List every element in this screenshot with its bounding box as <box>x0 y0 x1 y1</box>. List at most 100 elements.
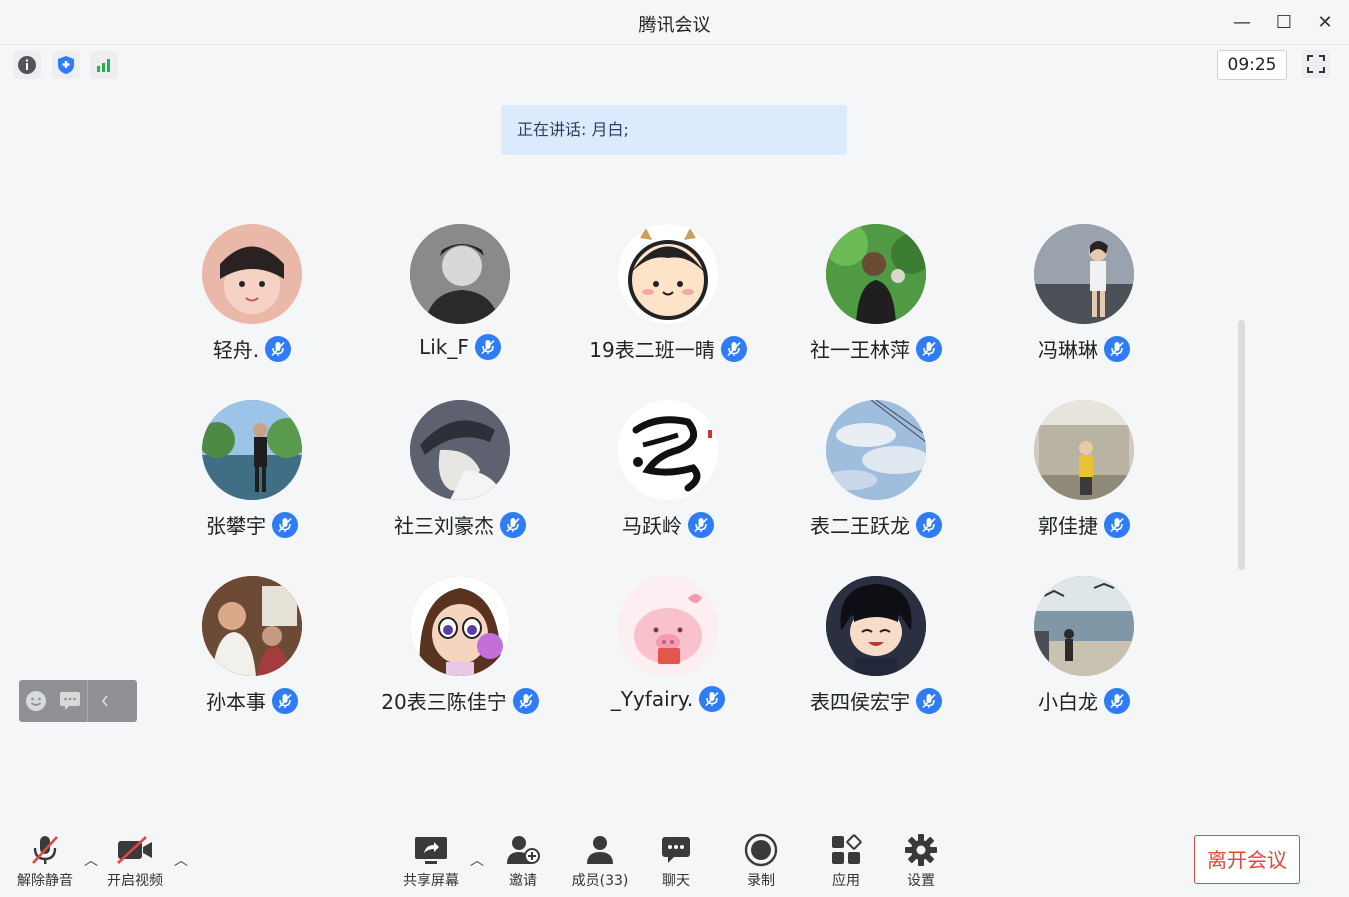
participant-tile[interactable]: Lik_F <box>360 224 560 384</box>
avatar <box>618 400 718 500</box>
share-options-button[interactable]: ︿ <box>470 850 484 870</box>
members-button[interactable]: 成员(33) <box>565 832 635 890</box>
record-label: 录制 <box>747 873 775 889</box>
members-label: 成员(33) <box>571 873 629 889</box>
fullscreen-icon <box>1307 55 1325 73</box>
chat-label: 聊天 <box>662 873 690 889</box>
participant-name: 轻舟. <box>212 338 260 362</box>
security-button[interactable] <box>52 51 80 79</box>
record-icon <box>744 833 778 867</box>
participant-tile[interactable]: 马跃岭 <box>568 400 768 560</box>
mic-muted-icon <box>1104 335 1130 362</box>
collapse-button[interactable] <box>87 680 122 722</box>
mic-muted-icon <box>474 334 501 360</box>
bottom-control-bar: 解除静音 ︿ 开启视频 ︿ 共享屏幕 ︿ 邀请 成员(33) 聊天 录制 应用 … <box>0 820 1349 897</box>
add-user-icon <box>507 836 540 864</box>
invite-button[interactable]: 邀请 <box>497 832 549 890</box>
unmute-label: 解除静音 <box>17 873 73 889</box>
title-bar: 腾讯会议 — ☐ ✕ <box>0 0 1349 45</box>
meeting-toolbar: 09:25 <box>0 45 1349 85</box>
audio-options-button[interactable]: ︿ <box>84 850 98 870</box>
mic-muted-icon <box>1104 511 1130 538</box>
emoji-button[interactable] <box>19 680 53 722</box>
record-button[interactable]: 录制 <box>735 832 787 890</box>
participant-tile[interactable]: 郭佳捷 <box>984 400 1184 560</box>
participant-name-row: 郭佳捷 <box>984 510 1184 539</box>
participant-name: 郭佳捷 <box>1038 514 1098 538</box>
video-options-button[interactable]: ︿ <box>174 850 188 870</box>
apps-button[interactable]: 应用 <box>820 832 872 890</box>
mic-muted-icon <box>272 687 298 714</box>
participant-tile[interactable]: 孙本事 <box>152 576 352 736</box>
floating-reaction-bar <box>19 680 137 722</box>
leave-meeting-button[interactable]: 离开会议 <box>1194 835 1300 884</box>
participant-name-row: 表二王跃龙 <box>776 510 976 539</box>
participant-name-row: 冯琳琳 <box>984 334 1184 363</box>
avatar <box>1034 224 1134 324</box>
participant-tile[interactable]: 表四侯宏宇 <box>776 576 976 736</box>
participant-tile[interactable]: 轻舟. <box>152 224 352 384</box>
participant-tile[interactable]: 张攀宇 <box>152 400 352 560</box>
mic-muted-icon <box>916 687 942 714</box>
participant-name: Lik_F <box>419 335 469 359</box>
avatar <box>1034 576 1134 676</box>
mic-muted-icon <box>916 335 942 362</box>
user-icon <box>587 836 613 864</box>
participant-name-row: 张攀宇 <box>152 510 352 539</box>
close-button[interactable]: ✕ <box>1311 8 1339 36</box>
avatar <box>410 224 510 324</box>
start-video-label: 开启视频 <box>107 873 163 889</box>
participant-name-row: 轻舟. <box>152 334 352 363</box>
camera-off-icon <box>117 836 152 864</box>
avatar <box>410 576 510 676</box>
network-button[interactable] <box>90 51 118 79</box>
info-button[interactable] <box>13 51 41 79</box>
mic-muted-icon <box>265 335 292 362</box>
share-screen-label: 共享屏幕 <box>403 873 459 889</box>
participant-tile[interactable]: 小白龙 <box>984 576 1184 736</box>
share-screen-button[interactable]: 共享屏幕 <box>398 832 464 890</box>
maximize-button[interactable]: ☐ <box>1270 8 1298 36</box>
participant-name-row: 社三刘豪杰 <box>360 510 560 539</box>
participant-name: 冯琳琳 <box>1038 338 1098 362</box>
signal-icon <box>97 59 110 72</box>
participant-tile[interactable]: 20表三陈佳宁 <box>360 576 560 736</box>
share-screen-icon <box>415 837 447 864</box>
participant-tile[interactable]: 社三刘豪杰 <box>360 400 560 560</box>
chat-button[interactable]: 聊天 <box>650 832 702 890</box>
mic-muted-icon <box>32 836 58 864</box>
minimize-button[interactable]: — <box>1228 8 1256 36</box>
shield-icon <box>58 56 74 74</box>
chat-icon <box>662 837 690 863</box>
participant-name: 社一王林萍 <box>810 338 910 362</box>
participant-tile[interactable]: _Yyfairy. <box>568 576 768 736</box>
participant-tile[interactable]: 表二王跃龙 <box>776 400 976 560</box>
participant-name-row: 20表三陈佳宁 <box>360 686 560 715</box>
message-icon <box>60 692 80 710</box>
meeting-timer: 09:25 <box>1217 50 1287 80</box>
avatar <box>202 400 302 500</box>
fullscreen-button[interactable] <box>1302 50 1330 78</box>
close-icon: ✕ <box>1317 11 1333 33</box>
chevron-up-icon: ︿ <box>174 853 188 869</box>
scrollbar[interactable] <box>1238 320 1245 570</box>
avatar <box>202 224 302 324</box>
danmaku-button[interactable] <box>53 680 87 722</box>
participant-name: 表四侯宏宇 <box>810 690 910 714</box>
avatar <box>618 224 718 324</box>
unmute-button[interactable]: 解除静音 <box>12 832 78 890</box>
apps-icon <box>832 834 862 864</box>
participant-name-row: 孙本事 <box>152 686 352 715</box>
participant-tile[interactable]: 19表二班一晴 <box>568 224 768 384</box>
avatar <box>410 400 510 500</box>
participant-tile[interactable]: 社一王林萍 <box>776 224 976 384</box>
info-icon <box>18 56 36 74</box>
mic-muted-icon <box>688 511 714 538</box>
invite-label: 邀请 <box>509 873 537 889</box>
participant-name: 20表三陈佳宁 <box>381 690 507 714</box>
start-video-button[interactable]: 开启视频 <box>102 832 168 890</box>
settings-button[interactable]: 设置 <box>895 832 947 890</box>
avatar <box>202 576 302 676</box>
emoji-icon <box>26 691 46 711</box>
participant-tile[interactable]: 冯琳琳 <box>984 224 1184 384</box>
